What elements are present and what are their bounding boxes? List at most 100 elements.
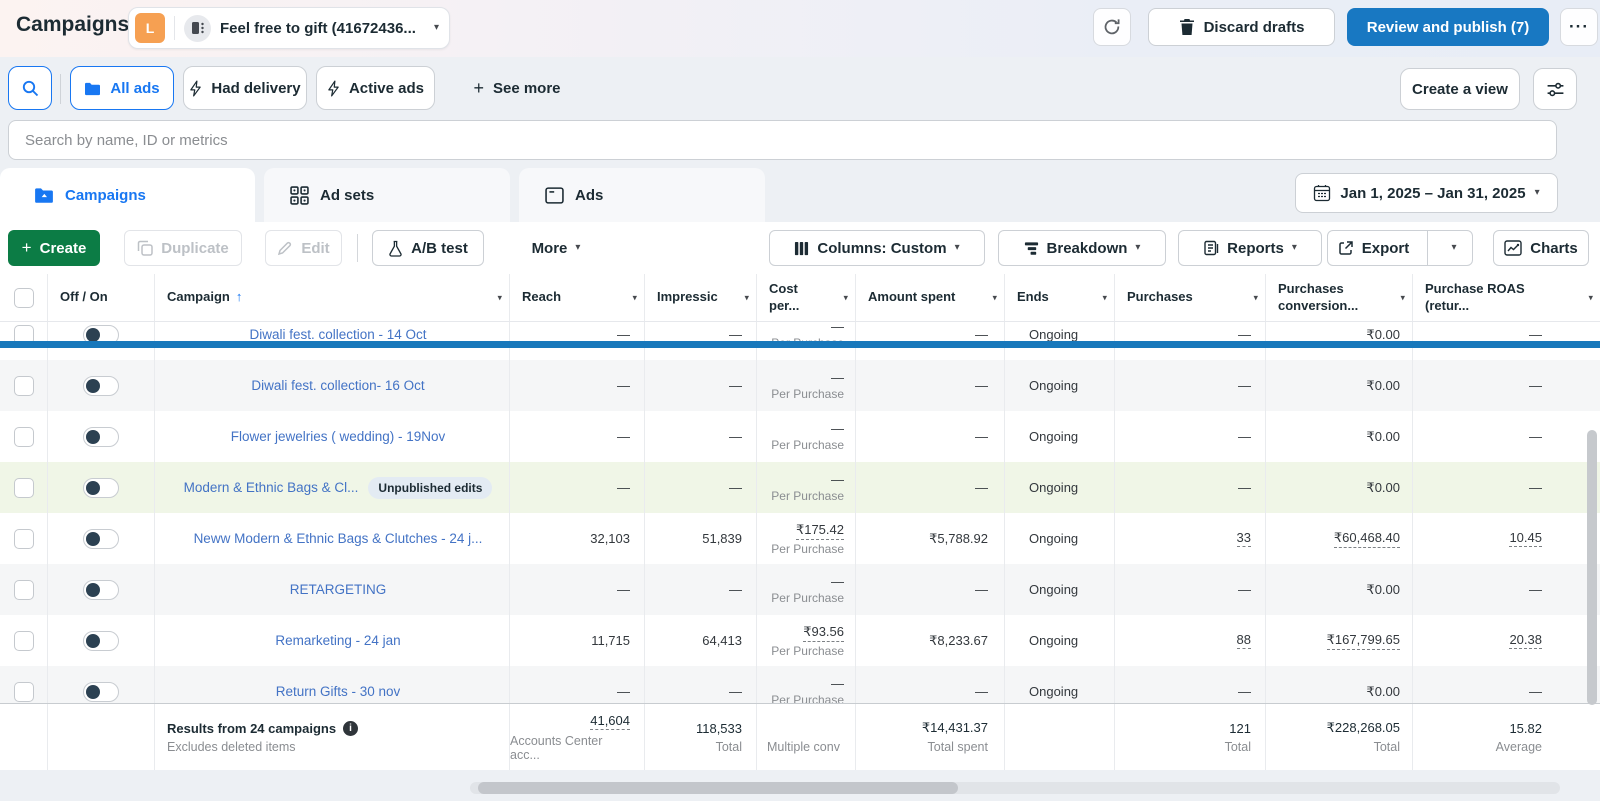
export-dropdown-button[interactable]: ▾: [1436, 243, 1472, 253]
campaign-toggle[interactable]: [83, 528, 119, 549]
tab-ads[interactable]: Ads: [519, 168, 765, 222]
row-toggle-cell: [48, 564, 155, 615]
edit-button[interactable]: Edit: [265, 230, 342, 266]
purchases-total: 121: [1229, 720, 1251, 736]
table-summary-row: Results from 24 campaigns i Excludes dele…: [0, 703, 1600, 770]
campaign-link[interactable]: Return Gifts - 30 nov: [276, 684, 401, 699]
filter-had-delivery[interactable]: Had delivery: [183, 66, 307, 110]
table-header: Off / On Campaign ↑ ▾ Reach ▾ Impressic ▾ Co…: [0, 274, 1600, 322]
row-checkbox[interactable]: [13, 579, 34, 600]
campaign-link[interactable]: Modern & Ethnic Bags & Cl...: [184, 480, 359, 495]
ellipsis-icon: ···: [1569, 17, 1589, 36]
scroll-position-indicator: [0, 341, 1600, 348]
refresh-icon: [1104, 19, 1120, 35]
select-all-checkbox[interactable]: [13, 287, 34, 308]
duplicate-button[interactable]: Duplicate: [124, 230, 242, 266]
chevron-down-icon[interactable]: ▾: [744, 292, 749, 303]
export-main[interactable]: Export: [1328, 240, 1419, 257]
create-button[interactable]: + Create: [8, 230, 100, 266]
filter-all-ads[interactable]: All ads: [70, 66, 174, 110]
table-row: Diwali fest. collection- 16 Oct — — — Per…: [0, 360, 1600, 411]
breakdown-button[interactable]: Breakdown ▾: [998, 230, 1166, 266]
chevron-down-icon[interactable]: ▾: [1588, 292, 1593, 303]
campaign-link[interactable]: Diwali fest. collection- 16 Oct: [251, 378, 424, 393]
export-label: Export: [1361, 239, 1410, 257]
row-checkbox[interactable]: [13, 528, 34, 549]
row-checkbox-cell: [0, 360, 48, 411]
export-button[interactable]: Export ▾: [1327, 230, 1473, 266]
create-a-view-button[interactable]: Create a view: [1400, 68, 1520, 110]
impressions-cell: —: [645, 411, 757, 462]
all-ads-label: All ads: [110, 79, 160, 97]
reach-cell: —: [510, 462, 645, 513]
chevron-down-icon[interactable]: ▾: [497, 292, 502, 303]
breakdown-icon: [1024, 241, 1038, 255]
header-purchase-roas[interactable]: Purchase ROAS (retur... ▾: [1413, 274, 1600, 321]
cost-per-purchase-cell: —Per Purchase: [757, 462, 856, 513]
ab-test-button[interactable]: A/B test: [372, 230, 484, 266]
export-icon: [1338, 241, 1353, 255]
review-and-publish-button[interactable]: Review and publish (7): [1347, 8, 1549, 46]
amount-spent-cell: ₹5,788.92: [856, 513, 1005, 564]
campaign-link[interactable]: Diwali fest. collection - 14 Oct: [249, 327, 426, 342]
purchase-roas-cell: —: [1529, 480, 1542, 495]
see-more-filters-button[interactable]: + See more: [462, 66, 572, 110]
row-checkbox[interactable]: [13, 375, 34, 396]
date-range-selector[interactable]: Jan 1, 2025 – Jan 31, 2025 ▾: [1295, 173, 1558, 213]
info-icon[interactable]: i: [343, 720, 359, 736]
columns-button[interactable]: Columns: Custom ▾: [769, 230, 985, 266]
more-options-button[interactable]: ···: [1560, 8, 1598, 46]
footer-purchases-cell: 121 Total: [1115, 704, 1266, 770]
campaign-link[interactable]: Neww Modern & Ethnic Bags & Clutches - 2…: [194, 531, 483, 546]
campaign-name-cell: Return Gifts - 30 nov: [155, 666, 510, 703]
purchases-cell: 88: [1115, 615, 1266, 666]
search-filter-button[interactable]: [8, 66, 52, 110]
header-amount-spent[interactable]: Amount spent ▾: [856, 274, 1005, 321]
campaign-toggle[interactable]: [83, 579, 119, 600]
vertical-scrollbar-thumb[interactable]: [1587, 430, 1597, 705]
search-input[interactable]: [8, 120, 1557, 160]
chevron-down-icon[interactable]: ▾: [1102, 292, 1107, 303]
chevron-down-icon[interactable]: ▾: [1253, 292, 1258, 303]
chevron-down-icon: ▾: [1291, 242, 1297, 253]
campaign-toggle[interactable]: [83, 477, 119, 498]
header-cost-per[interactable]: Cost per... ▾: [757, 274, 856, 321]
campaign-link[interactable]: Flower jewelries ( wedding) - 19Nov: [231, 429, 446, 444]
view-settings-button[interactable]: [1533, 68, 1577, 110]
horizontal-scrollbar-thumb[interactable]: [478, 782, 958, 794]
header-ends[interactable]: Ends ▾: [1005, 274, 1115, 321]
filter-active-ads[interactable]: Active ads: [316, 66, 435, 110]
footer-toggle-cell: [48, 704, 155, 770]
charts-button[interactable]: Charts: [1493, 230, 1589, 266]
header-reach[interactable]: Reach ▾: [510, 274, 645, 321]
chevron-down-icon: ▾: [1135, 242, 1141, 253]
excludes-deleted-label: Excludes deleted items: [167, 739, 296, 754]
campaign-link[interactable]: RETARGETING: [290, 582, 387, 597]
campaign-toggle[interactable]: [83, 426, 119, 447]
more-actions-button[interactable]: More ▾: [518, 230, 594, 266]
row-checkbox[interactable]: [13, 426, 34, 447]
header-purchases-conversion[interactable]: Purchases conversion... ▾: [1266, 274, 1413, 321]
row-checkbox[interactable]: [13, 477, 34, 498]
table-row: Neww Modern & Ethnic Bags & Clutches - 2…: [0, 513, 1600, 564]
campaign-toggle[interactable]: [83, 630, 119, 651]
row-checkbox[interactable]: [13, 681, 34, 702]
chevron-down-icon[interactable]: ▾: [1400, 292, 1405, 303]
header-purchases[interactable]: Purchases ▾: [1115, 274, 1266, 321]
chevron-down-icon[interactable]: ▾: [843, 292, 848, 303]
refresh-button[interactable]: [1093, 8, 1131, 46]
chevron-down-icon[interactable]: ▾: [632, 292, 637, 303]
pencil-icon: [278, 241, 292, 256]
reports-button[interactable]: Reports ▾: [1178, 230, 1322, 266]
campaign-toggle[interactable]: [83, 681, 119, 702]
header-impressions[interactable]: Impressic ▾: [645, 274, 757, 321]
campaign-toggle[interactable]: [83, 375, 119, 396]
chevron-down-icon[interactable]: ▾: [992, 292, 997, 303]
header-campaign[interactable]: Campaign ↑ ▾: [155, 274, 510, 321]
tab-campaigns[interactable]: Campaigns: [0, 168, 255, 222]
campaign-link[interactable]: Remarketing - 24 jan: [275, 633, 400, 648]
row-checkbox[interactable]: [13, 630, 34, 651]
ad-account-selector[interactable]: L Feel free to gift (41672436... ▾: [128, 7, 450, 49]
tab-ad-sets[interactable]: Ad sets: [264, 168, 510, 222]
discard-drafts-button[interactable]: Discard drafts: [1148, 8, 1335, 46]
